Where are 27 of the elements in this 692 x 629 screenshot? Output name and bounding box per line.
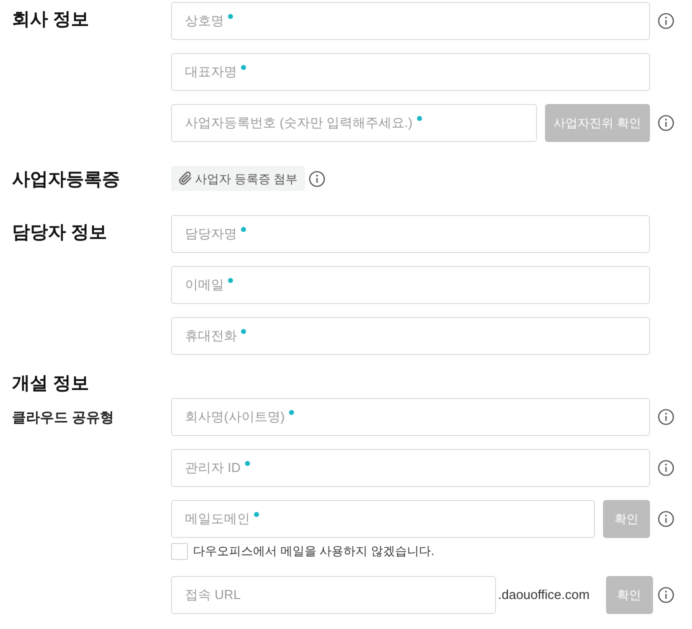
section-title: 사업자등록증 [12, 168, 120, 190]
checkbox[interactable] [171, 542, 188, 560]
section-title: 개설 정보 [12, 372, 90, 394]
section-subtitle: 클라우드 공유형 [12, 408, 114, 426]
info-icon[interactable] [658, 587, 674, 603]
text-field[interactable]: 관리자 ID [171, 449, 650, 487]
text-field[interactable]: 메일도메인 [171, 500, 595, 538]
text-field[interactable]: 이메일 [171, 266, 650, 304]
info-icon[interactable] [658, 13, 674, 29]
info-icon[interactable] [658, 115, 674, 131]
section-title: 담당자 정보 [12, 221, 108, 244]
domain-suffix: .daouoffice.com [498, 586, 590, 604]
text-field[interactable]: 접속 URL [171, 576, 496, 614]
text-field[interactable]: 담당자명 [171, 215, 650, 253]
section-title: 회사 정보 [12, 8, 90, 31]
text-field[interactable]: 휴대전화 [171, 317, 650, 355]
text-field[interactable]: 회사명(사이트명) [171, 398, 650, 436]
paperclip-icon [178, 171, 193, 186]
checkbox-label[interactable]: 다우오피스에서 메일을 사용하지 않겠습니다. [193, 542, 434, 560]
info-icon[interactable] [658, 511, 674, 527]
text-field[interactable]: 상호명 [171, 2, 650, 40]
text-field[interactable]: 대표자명 [171, 53, 650, 91]
info-icon[interactable] [308, 170, 325, 186]
info-icon[interactable] [658, 409, 674, 425]
text-field[interactable]: 사업자등록번호 (숫자만 입력해주세요.) [171, 104, 537, 142]
attach-button[interactable]: 사업자 등록증 첨부 [171, 166, 305, 191]
info-icon[interactable] [658, 460, 674, 476]
